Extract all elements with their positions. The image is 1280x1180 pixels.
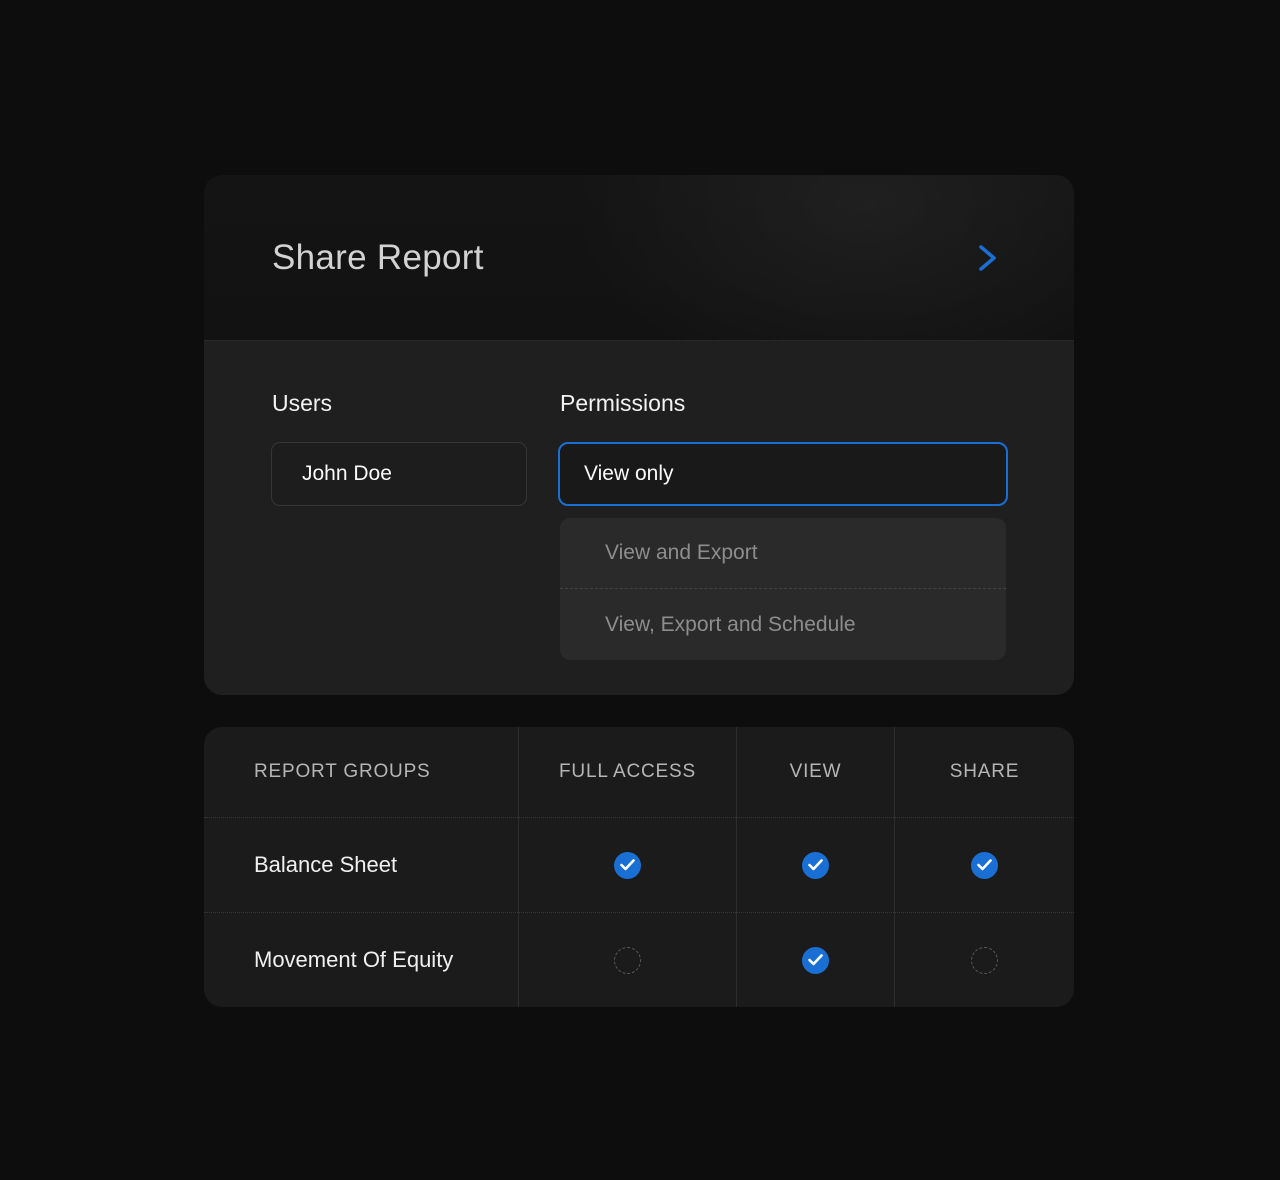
permissions-select[interactable]: View only bbox=[558, 442, 1008, 506]
checkbox-balance-sheet-view[interactable] bbox=[802, 852, 829, 879]
dropdown-option-view-export-schedule[interactable]: View, Export and Schedule bbox=[560, 589, 1006, 660]
checkbox-balance-sheet-share[interactable] bbox=[971, 852, 998, 879]
share-report-card: Share Report Users Permissions John Doe … bbox=[204, 175, 1074, 695]
checkbox-movement-of-equity-full-access[interactable] bbox=[614, 947, 641, 974]
share-report-body: Users Permissions John Doe View only Vie… bbox=[204, 340, 1074, 695]
report-groups-table: REPORT GROUPS FULL ACCESS VIEW SHARE Bal… bbox=[204, 727, 1074, 1007]
row-label-balance-sheet: Balance Sheet bbox=[204, 817, 518, 912]
report-groups-table-card: REPORT GROUPS FULL ACCESS VIEW SHARE Bal… bbox=[204, 727, 1074, 1007]
checkmark-icon bbox=[977, 859, 992, 871]
expand-chevron-button[interactable] bbox=[968, 238, 1008, 278]
row-label-movement-of-equity: Movement Of Equity bbox=[204, 912, 518, 1007]
checkmark-icon bbox=[808, 859, 823, 871]
permissions-label: Permissions bbox=[560, 390, 685, 417]
table-row bbox=[894, 912, 1074, 1007]
column-header-share: SHARE bbox=[894, 727, 1074, 817]
checkbox-balance-sheet-full-access[interactable] bbox=[614, 852, 641, 879]
checkbox-movement-of-equity-share[interactable] bbox=[971, 947, 998, 974]
column-header-report-groups: REPORT GROUPS bbox=[204, 727, 518, 817]
checkbox-movement-of-equity-view[interactable] bbox=[802, 947, 829, 974]
users-input[interactable]: John Doe bbox=[271, 442, 527, 506]
chevron-right-icon bbox=[977, 243, 999, 273]
permissions-dropdown: View and Export View, Export and Schedul… bbox=[560, 518, 1006, 660]
column-header-full-access: FULL ACCESS bbox=[518, 727, 736, 817]
checkmark-icon bbox=[620, 859, 635, 871]
users-label: Users bbox=[272, 390, 332, 417]
table-row bbox=[894, 817, 1074, 912]
table-row bbox=[736, 912, 894, 1007]
page-title: Share Report bbox=[272, 238, 484, 278]
table-row bbox=[518, 817, 736, 912]
column-header-view: VIEW bbox=[736, 727, 894, 817]
table-row bbox=[736, 817, 894, 912]
dropdown-option-view-and-export[interactable]: View and Export bbox=[560, 518, 1006, 589]
checkmark-icon bbox=[808, 954, 823, 966]
table-row bbox=[518, 912, 736, 1007]
share-report-header: Share Report bbox=[204, 175, 1074, 340]
